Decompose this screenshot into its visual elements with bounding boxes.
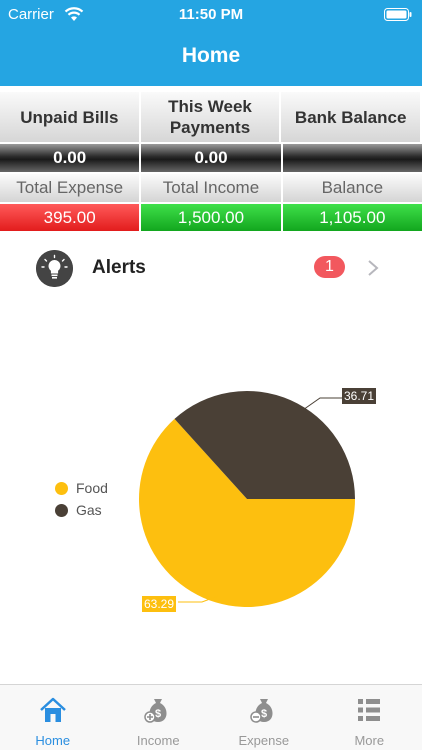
status-bar: Carrier 11:50 PM [0,0,422,30]
tab-home-label: Home [35,733,71,748]
list-icon [358,699,381,721]
summary-dark-row: 0.00 0.00 [0,144,422,172]
legend-label-gas: Gas [76,502,102,518]
battery-icon [384,8,412,21]
tab-expense-label: Expense [238,733,290,748]
summary-grid: Unpaid Bills This Week Payments Bank Bal… [0,92,422,231]
alerts-row[interactable]: Alerts 1 [0,242,422,294]
clock: 11:50 PM [178,6,244,23]
svg-text:$: $ [155,708,161,720]
svg-text:$: $ [261,708,267,720]
total-income-value: 1,500.00 [141,204,283,231]
totals-value-row: 395.00 1,500.00 1,105.00 [0,204,422,231]
total-expense-value: 395.00 [0,204,142,231]
alerts-label: Alerts [92,257,146,278]
bank-balance-heading[interactable]: Bank Balance [281,92,422,142]
money-bag-minus-icon: $ [250,699,273,723]
week-payments-heading[interactable]: This Week Payments [140,92,282,142]
expense-pie-chart: Food Gas 36.71 63.29 [0,300,422,680]
unpaid-bills-value: 0.00 [0,144,142,172]
tab-expense[interactable]: $ Expense [211,685,317,750]
chevron-right-icon [368,260,379,276]
lightbulb-icon [36,250,73,287]
legend-label-food: Food [76,480,108,496]
tab-more[interactable]: More [317,685,422,750]
balance-value: 1,105.00 [282,204,422,231]
money-bag-plus-icon: $ [144,699,167,723]
data-label-gas: 36.71 [342,388,377,404]
page-title: Home [181,44,241,67]
tab-income[interactable]: $ Income [106,685,212,750]
alerts-count-badge: 1 [314,256,345,278]
tab-more-label: More [354,733,385,748]
total-income-heading: Total Income [141,174,283,202]
week-payments-value: 0.00 [141,144,283,172]
total-expense-heading: Total Expense [0,174,142,202]
legend-item-food: Food [55,480,108,496]
unpaid-bills-heading[interactable]: Unpaid Bills [0,92,141,142]
tab-bar: Home $ Income $ Expense More [0,684,422,750]
legend-swatch-gas [55,503,68,517]
legend-swatch-food [55,481,68,495]
tab-home[interactable]: Home [0,685,106,750]
legend-item-gas: Gas [55,502,102,518]
navigation-header: Carrier 11:50 PM Home [0,0,422,86]
home-icon [39,697,66,722]
bank-balance-value [282,144,422,172]
totals-heading-row: Total Expense Total Income Balance [0,174,422,202]
balance-heading: Balance [282,174,422,202]
tab-income-label: Income [136,733,180,748]
data-label-food: 63.29 [142,596,177,612]
summary-heading-row: Unpaid Bills This Week Payments Bank Bal… [0,92,422,142]
